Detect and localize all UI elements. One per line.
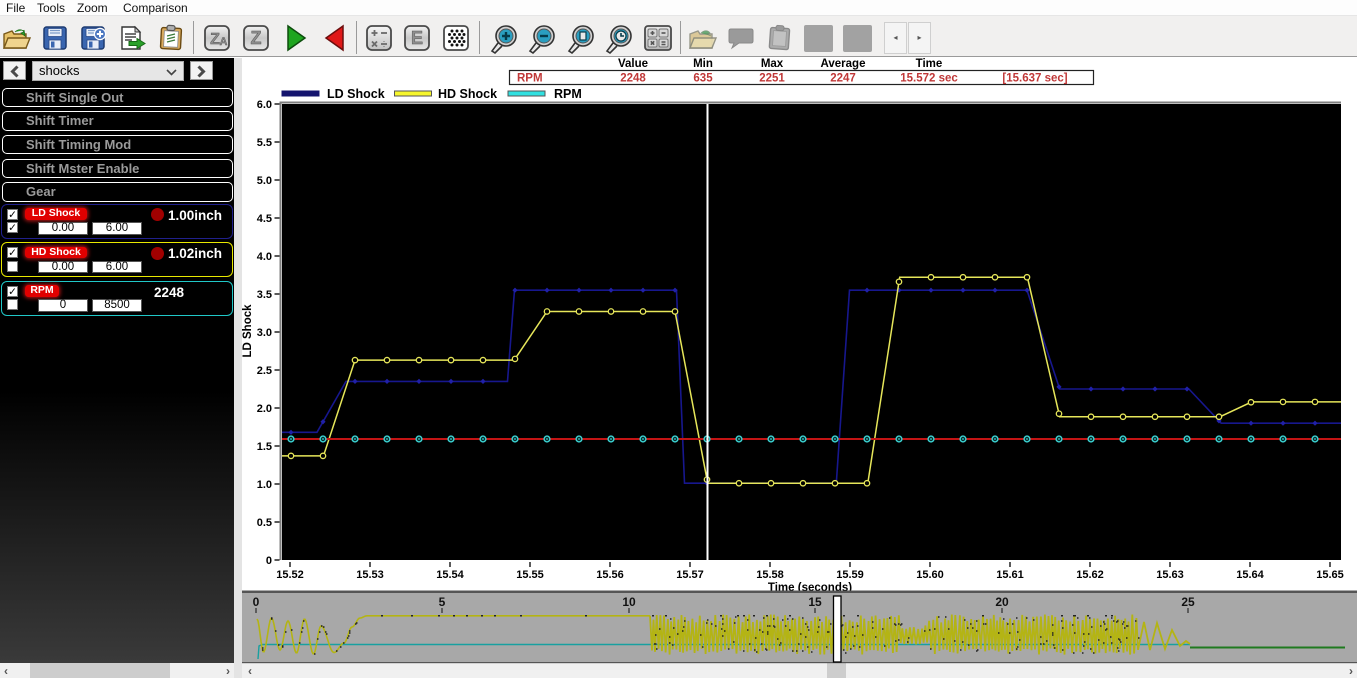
svg-text:RPM: RPM <box>517 73 543 85</box>
svg-text:15.64: 15.64 <box>1236 569 1264 581</box>
svg-text:RPM: RPM <box>554 87 582 101</box>
svg-text:1.5: 1.5 <box>257 441 272 453</box>
svg-text:0.5: 0.5 <box>257 517 272 529</box>
svg-text:15.61: 15.61 <box>996 569 1024 581</box>
svg-text:4.0: 4.0 <box>257 251 272 263</box>
svg-text:[15.637 sec]: [15.637 sec] <box>1002 73 1067 85</box>
svg-text:15.53: 15.53 <box>356 569 384 581</box>
svg-text:5.5: 5.5 <box>257 137 272 149</box>
svg-text:2248: 2248 <box>620 73 646 85</box>
svg-text:2247: 2247 <box>830 73 856 85</box>
svg-text:1.0: 1.0 <box>257 479 272 491</box>
svg-text:635: 635 <box>693 73 713 85</box>
svg-text:15.572 sec: 15.572 sec <box>900 73 958 85</box>
svg-text:15.56: 15.56 <box>596 569 624 581</box>
svg-text:15.60: 15.60 <box>916 569 944 581</box>
svg-text:15: 15 <box>808 595 822 609</box>
svg-text:5: 5 <box>439 595 446 609</box>
svg-text:15.63: 15.63 <box>1156 569 1184 581</box>
svg-text:Min: Min <box>693 58 713 70</box>
svg-text:Average: Average <box>821 58 866 70</box>
svg-text:2.5: 2.5 <box>257 365 272 377</box>
svg-text:10: 10 <box>622 595 636 609</box>
svg-text:Time: Time <box>916 58 943 70</box>
svg-text:20: 20 <box>995 595 1009 609</box>
svg-text:15.55: 15.55 <box>516 569 544 581</box>
svg-text:25: 25 <box>1181 595 1195 609</box>
svg-text:3.5: 3.5 <box>257 289 272 301</box>
svg-text:2251: 2251 <box>759 73 785 85</box>
svg-text:0: 0 <box>253 595 260 609</box>
svg-text:Max: Max <box>761 58 784 70</box>
svg-text:15.52: 15.52 <box>276 569 304 581</box>
svg-text:15.65: 15.65 <box>1316 569 1344 581</box>
svg-text:2.0: 2.0 <box>257 403 272 415</box>
svg-text:15.54: 15.54 <box>436 569 464 581</box>
svg-text:15.62: 15.62 <box>1076 569 1104 581</box>
svg-text:15.59: 15.59 <box>836 569 864 581</box>
svg-text:Value: Value <box>618 58 648 70</box>
svg-text:LD Shock: LD Shock <box>327 87 385 101</box>
svg-text:4.5: 4.5 <box>257 213 272 225</box>
svg-text:3.0: 3.0 <box>257 327 272 339</box>
svg-text:5.0: 5.0 <box>257 175 272 187</box>
svg-text:15.58: 15.58 <box>756 569 784 581</box>
svg-text:LD Shock: LD Shock <box>242 304 254 358</box>
svg-text:6.0: 6.0 <box>257 99 272 111</box>
svg-text:0: 0 <box>266 555 272 567</box>
svg-text:HD Shock: HD Shock <box>438 87 497 101</box>
svg-text:15.57: 15.57 <box>676 569 704 581</box>
